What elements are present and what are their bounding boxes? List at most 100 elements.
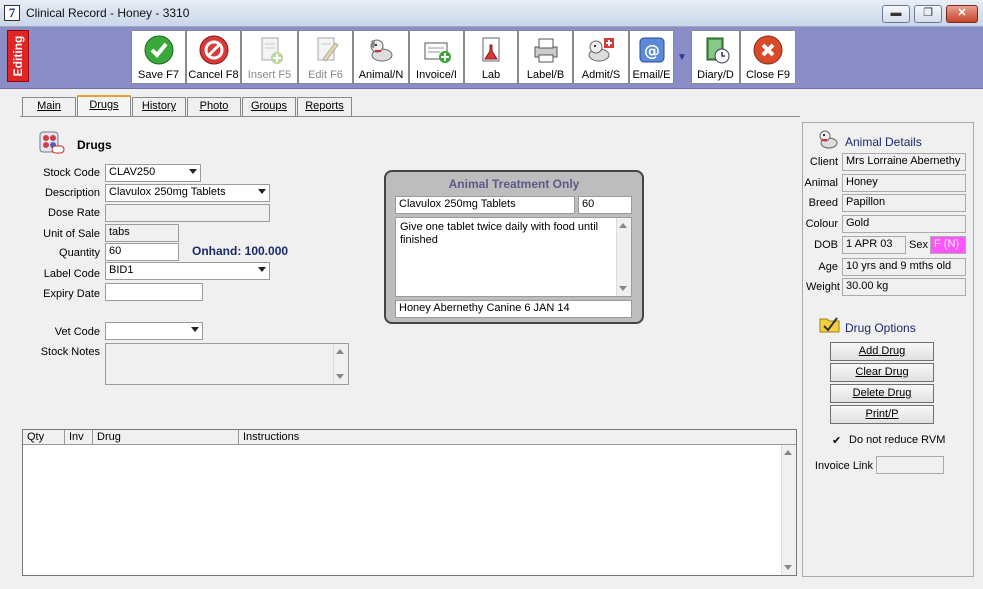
vet-code-label: Vet Code: [54, 326, 100, 338]
stock-notes-scrollbar[interactable]: [333, 344, 348, 384]
cancel-button[interactable]: Cancel F8: [186, 30, 241, 84]
stock-notes-label: Stock Notes: [40, 346, 100, 358]
animal-details-dog-icon: [819, 130, 838, 149]
tab-photo[interactable]: Photo: [187, 97, 241, 116]
title-bar[interactable]: 7 Clinical Record - Honey - 3310 ▬ ❐ ✕: [0, 0, 983, 27]
admit-label: Admit/S: [581, 69, 621, 81]
do-not-reduce-label: Do not reduce RVM: [849, 434, 946, 446]
tab-groups[interactable]: Groups: [242, 97, 296, 116]
drug-list-grid[interactable]: Qty Inv Drug Instructions: [22, 429, 797, 576]
editing-indicator: Editing: [7, 30, 29, 82]
print-button[interactable]: Print/P: [830, 405, 934, 424]
email-dropdown-arrow[interactable]: ▼: [673, 49, 691, 67]
delete-drug-button[interactable]: Delete Drug: [830, 384, 934, 403]
sex-field: F (N): [930, 236, 966, 254]
treatment-label-footer: Honey Abernethy Canine 6 JAN 14: [395, 300, 632, 318]
label-button[interactable]: Label/B: [518, 30, 573, 84]
expiry-date-field[interactable]: [105, 283, 203, 301]
animal-treatment-panel: Animal Treatment Only Clavulox 250mg Tab…: [384, 170, 644, 324]
drug-options-heading: Drug Options: [845, 321, 916, 335]
animal-details-heading: Animal Details: [845, 135, 922, 149]
no-entry-icon: [199, 35, 228, 65]
column-qty[interactable]: Qty: [23, 430, 65, 445]
insert-label: Insert F5: [247, 69, 292, 81]
restore-button[interactable]: ❐: [914, 5, 942, 23]
unit-of-sale-field[interactable]: tabs: [105, 224, 179, 242]
edit-button[interactable]: Edit F6: [298, 30, 353, 84]
close-button[interactable]: Close F9: [740, 30, 796, 84]
printer-label-icon: [534, 38, 557, 63]
stock-notes-textarea[interactable]: [105, 343, 349, 385]
column-instructions[interactable]: Instructions: [239, 430, 782, 445]
column-inv[interactable]: Inv: [65, 430, 93, 445]
invoice-button[interactable]: Invoice/I: [409, 30, 464, 84]
scroll-up-icon[interactable]: [336, 349, 344, 354]
invoice-link-label: Invoice Link: [814, 460, 873, 472]
tab-drugs[interactable]: Drugs: [77, 95, 131, 117]
client-label: Client: [809, 156, 838, 168]
dog-icon: [370, 39, 393, 62]
edit-document-icon: [317, 37, 339, 62]
chevron-down-icon: [191, 327, 199, 332]
tab-main[interactable]: Main: [22, 97, 76, 116]
email-label: Email/E: [632, 69, 671, 81]
minimize-button[interactable]: ▬: [882, 5, 910, 23]
close-circle-icon: [753, 35, 783, 65]
weight-label: Weight: [805, 281, 840, 293]
admit-button[interactable]: Admit/S: [573, 30, 629, 84]
label-code-combo[interactable]: BID1: [105, 262, 270, 280]
app-icon: 7: [4, 5, 20, 21]
dob-label: DOB: [814, 239, 838, 251]
expiry-date-label: Expiry Date: [43, 288, 100, 300]
treatment-instructions-text: Give one tablet twice daily with food un…: [400, 221, 599, 246]
editing-label: Editing: [11, 35, 25, 77]
toolbar: Editing Save F7 Cancel F8 Insert F5 Edit…: [0, 27, 983, 89]
tab-reports[interactable]: Reports: [297, 97, 352, 116]
animal-field: Honey: [842, 174, 966, 192]
add-drug-button[interactable]: Add Drug: [830, 342, 934, 361]
grid-header: Qty Inv Drug Instructions: [23, 430, 796, 445]
tab-divider: [20, 116, 800, 117]
close-label: Close F9: [745, 69, 791, 81]
window-close-button[interactable]: ✕: [946, 5, 978, 23]
instructions-scrollbar[interactable]: [616, 218, 631, 296]
treatment-quantity-field[interactable]: 60: [578, 196, 632, 214]
description-combo[interactable]: Clavulox 250mg Tablets: [105, 184, 270, 202]
lab-label: Lab: [481, 69, 501, 81]
scroll-down-icon[interactable]: [619, 286, 627, 291]
stock-code-combo[interactable]: CLAV250: [105, 164, 201, 182]
do-not-reduce-checkbox[interactable]: ✔: [832, 435, 844, 447]
email-icon: @: [639, 37, 664, 63]
label-code-label: Label Code: [43, 268, 100, 280]
scroll-up-icon[interactable]: [619, 223, 627, 228]
email-button[interactable]: @ Email/E: [629, 30, 674, 84]
invoice-icon: [424, 42, 451, 63]
animal-label: Animal/N: [358, 69, 404, 81]
label-label: Label/B: [526, 69, 565, 81]
treatment-drug-field[interactable]: Clavulox 250mg Tablets: [395, 196, 575, 214]
quantity-label: Quantity: [59, 247, 100, 259]
save-label: Save F7: [138, 69, 179, 81]
tab-history[interactable]: History: [132, 97, 186, 116]
stock-notes-text: [106, 344, 348, 348]
insert-button[interactable]: Insert F5: [241, 30, 298, 84]
grid-scrollbar[interactable]: [781, 445, 796, 575]
svg-text:@: @: [644, 41, 660, 60]
cancel-label: Cancel F8: [188, 69, 239, 81]
age-field: 10 yrs and 9 mths old: [842, 258, 966, 276]
lab-button[interactable]: Lab: [464, 30, 518, 84]
scroll-up-icon[interactable]: [784, 450, 792, 455]
animal-button[interactable]: Animal/N: [353, 30, 409, 84]
scroll-down-icon[interactable]: [336, 374, 344, 379]
clear-drug-button[interactable]: Clear Drug: [830, 363, 934, 382]
diary-label: Diary/D: [697, 69, 734, 81]
treatment-instructions-textarea[interactable]: Give one tablet twice daily with food un…: [395, 217, 632, 297]
dose-rate-field[interactable]: [105, 204, 270, 222]
scroll-down-icon[interactable]: [784, 565, 792, 570]
invoice-link-field: [876, 456, 944, 474]
diary-button[interactable]: Diary/D: [691, 30, 740, 84]
column-drug[interactable]: Drug: [93, 430, 239, 445]
vet-code-combo[interactable]: [105, 322, 203, 340]
quantity-field[interactable]: 60: [105, 243, 179, 261]
save-button[interactable]: Save F7: [131, 30, 186, 84]
